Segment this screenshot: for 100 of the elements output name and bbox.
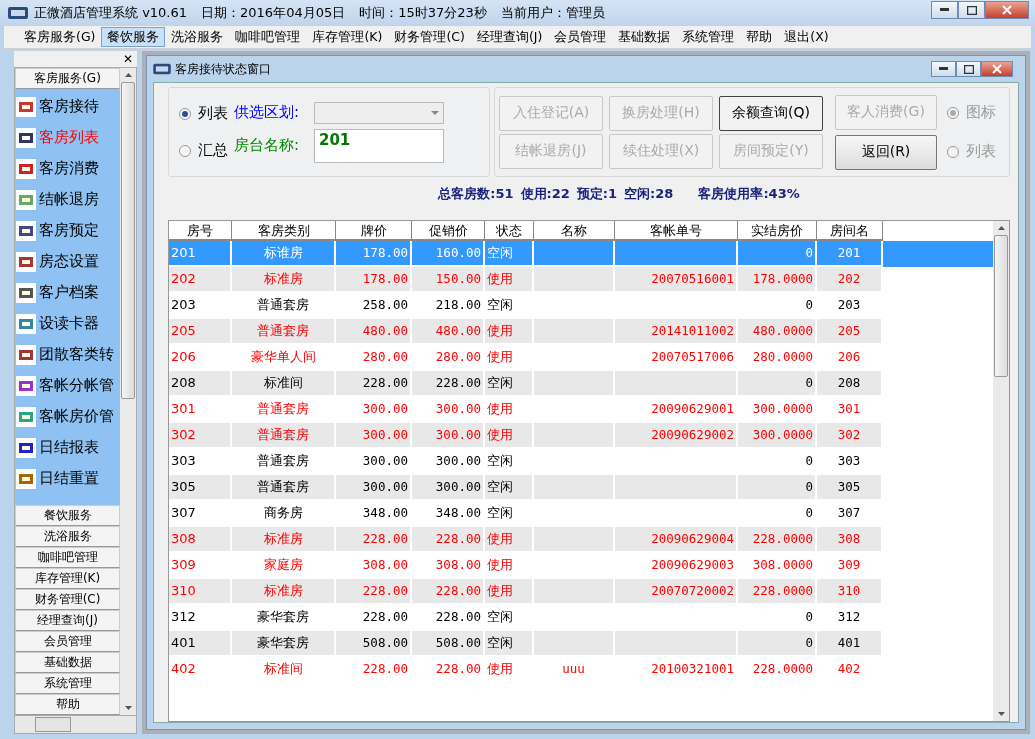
close-button[interactable] — [985, 1, 1029, 19]
section-button[interactable]: 咖啡吧管理 — [15, 547, 120, 568]
table-cell: 228.00 — [362, 609, 408, 624]
action-button[interactable]: 余额查询(Q) — [719, 95, 823, 131]
table-cell: 302 — [837, 427, 861, 442]
menu-item[interactable]: 系统管理 — [676, 27, 741, 47]
table-cell: 20090629003 — [651, 557, 734, 572]
table-cell: 300.00 — [435, 453, 481, 468]
summary-stat: 预定:1 — [576, 185, 618, 203]
menu-item[interactable]: 退出(X) — [778, 27, 835, 47]
sidebar-item[interactable]: 日结报表 — [15, 432, 120, 463]
table-cell: 401 — [837, 635, 861, 650]
section-button[interactable]: 经理查询(J) — [15, 610, 120, 631]
close-button[interactable]: ✕ — [119, 51, 137, 67]
sidebar-item[interactable]: 客户档案 — [15, 277, 120, 308]
table-cell: 0 — [805, 609, 813, 624]
close-icon — [1002, 5, 1012, 15]
menu-item[interactable]: 经理查询(J) — [470, 27, 549, 47]
minimize-button[interactable] — [931, 61, 956, 77]
close-button[interactable] — [981, 61, 1013, 77]
table-cell: 空闲 — [487, 479, 513, 494]
scroll-thumb[interactable] — [121, 82, 135, 399]
table-cell: 0 — [805, 479, 813, 494]
menu-item[interactable]: 客房服务(G) — [18, 27, 102, 47]
maximize-button[interactable] — [958, 1, 985, 19]
section-button[interactable]: 财务管理(C) — [15, 589, 120, 610]
sidebar-item[interactable]: 客帐房价管 — [15, 401, 120, 432]
table-cell: 300.00 — [362, 453, 408, 468]
view-radio[interactable]: 汇总 — [179, 141, 228, 160]
section-button[interactable]: 会员管理 — [15, 631, 120, 652]
scrollbar[interactable] — [120, 68, 136, 715]
table-cell: 使用 — [487, 323, 513, 338]
table-cell: 308 — [171, 531, 196, 546]
table-cell: 普通套房 — [257, 297, 309, 312]
room-name-field[interactable]: 201 — [314, 128, 444, 163]
section-button[interactable]: 基础数据 — [15, 652, 120, 673]
table-row[interactable]: 305 普通套房 300.00 300.00 空闲 0 305 — [169, 475, 993, 501]
scrollbar[interactable] — [993, 221, 1009, 721]
scroll-thumb[interactable] — [994, 235, 1008, 377]
tool-icon — [16, 468, 36, 489]
section-button[interactable]: 库存管理(K) — [15, 568, 120, 589]
minimize-button[interactable] — [931, 1, 958, 19]
menu-item[interactable]: 基础数据 — [612, 27, 677, 47]
sidebar-item[interactable]: 房态设置 — [15, 246, 120, 277]
table-cell: 300.00 — [435, 427, 481, 442]
sidebar-item[interactable]: 日结重置 — [15, 463, 120, 494]
table-cell: 508.00 — [435, 635, 481, 650]
table-cell: 标准房 — [263, 583, 303, 598]
table-cell: 0 — [805, 635, 813, 650]
table-cell: 标准房 — [263, 531, 303, 546]
table-cell: 使用 — [487, 349, 513, 364]
menu-item[interactable]: 餐饮服务 — [101, 27, 166, 47]
table-cell: 402 — [837, 661, 861, 676]
section-button[interactable]: 帮助 — [15, 694, 120, 715]
table-row[interactable]: 401 豪华套房 508.00 508.00 空闲 0 401 — [169, 631, 993, 657]
section-button[interactable]: 餐饮服务 — [15, 505, 120, 526]
scroll-up-icon[interactable] — [124, 73, 132, 77]
section-button[interactable]: 洗浴服务 — [15, 526, 120, 547]
maximize-button[interactable] — [956, 61, 981, 77]
sidebar-item[interactable]: 客房消费 — [15, 153, 120, 184]
table-cell: 348.00 — [435, 505, 481, 520]
menu-item[interactable]: 帮助 — [740, 27, 779, 47]
tool-icon — [16, 344, 36, 365]
table-cell: 312 — [837, 609, 861, 624]
table-cell: 402 — [171, 661, 196, 676]
menu-item[interactable]: 洗浴服务 — [165, 27, 230, 47]
menu-item[interactable]: 咖啡吧管理 — [229, 27, 307, 47]
table-cell: 228.00 — [362, 583, 408, 598]
area-label: 供选区划: — [234, 103, 301, 122]
table-cell: 0 — [805, 297, 813, 312]
action-button[interactable]: 返回(R) — [835, 134, 937, 170]
table-cell: 308.0000 — [752, 557, 813, 572]
table-row[interactable]: 402 标准间 228.00 228.00 使用 uuu 20100321001 228.0000 402 — [169, 657, 993, 683]
section-button[interactable]: 系统管理 — [15, 673, 120, 694]
horizontal-scrollbar[interactable] — [14, 716, 137, 734]
table-cell: 348.00 — [362, 505, 408, 520]
view-radio[interactable]: 列表 — [179, 104, 228, 123]
menu-item[interactable]: 会员管理 — [548, 27, 613, 47]
room-label: 房台名称: — [234, 136, 301, 155]
sidebar-item[interactable]: 客房预定 — [15, 215, 120, 246]
scroll-up-icon[interactable] — [997, 226, 1005, 230]
sidebar-item[interactable]: 设读卡器 — [15, 308, 120, 339]
section-header[interactable]: 客房服务(G) — [15, 68, 120, 89]
sidebar-item[interactable]: 结帐退房 — [15, 184, 120, 215]
table-cell: 228.00 — [435, 609, 481, 624]
scroll-down-icon[interactable] — [124, 706, 132, 710]
scroll-down-icon[interactable] — [997, 712, 1005, 716]
menu-item[interactable]: 财务管理(C) — [388, 27, 471, 47]
table-row[interactable]: 208 标准间 228.00 228.00 空闲 0 208 — [169, 371, 993, 397]
sidebar-item[interactable]: 团散客类转 — [15, 339, 120, 370]
table-cell: 0 — [805, 505, 813, 520]
table-cell: 使用 — [487, 557, 513, 572]
table-cell: 309 — [171, 557, 196, 572]
table-cell: 300.00 — [435, 401, 481, 416]
table-cell: 20090629002 — [651, 427, 734, 442]
scroll-thumb[interactable] — [35, 717, 71, 732]
sidebar-item[interactable]: 客房接待 — [15, 91, 120, 122]
menu-item[interactable]: 库存管理(K) — [306, 27, 389, 47]
sidebar-item[interactable]: 客帐分帐管 — [15, 370, 120, 401]
table-cell: 208 — [837, 375, 861, 390]
